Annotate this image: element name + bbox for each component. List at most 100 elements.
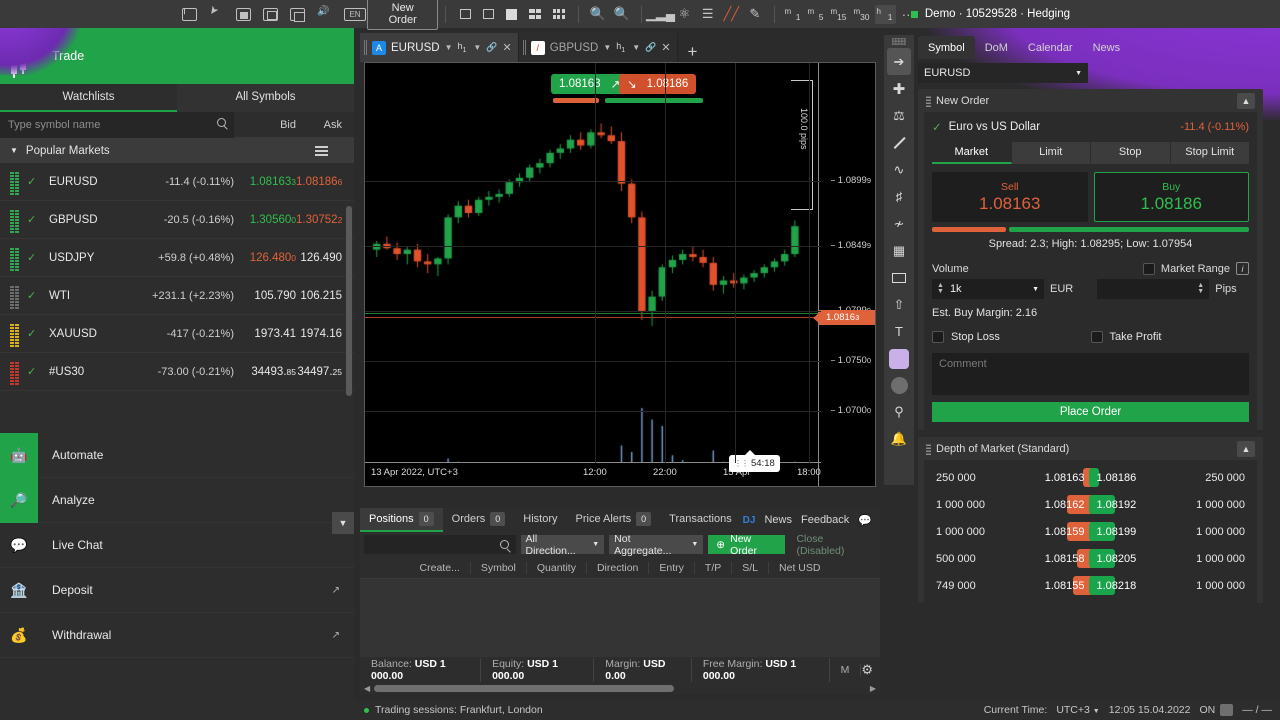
- bottom-tab-history[interactable]: History: [514, 508, 566, 532]
- arrow-up-icon[interactable]: ⇧: [887, 291, 911, 318]
- radio-icon[interactable]: [236, 7, 251, 21]
- symbol-row[interactable]: ✓ #US30 -73.00 (-0.21%) 34493.85 34497.25: [0, 353, 354, 391]
- parallel-channel-icon[interactable]: ≁: [887, 210, 911, 237]
- dom-row[interactable]: 1 000 000 1.08162 1.08192 1 000 000: [930, 491, 1251, 518]
- bid-quote-badge[interactable]: 1.08163 ↗: [551, 74, 629, 94]
- symbol-row[interactable]: ✓ USDJPY +59.8 (+0.48%) 126.4800 126.490: [0, 239, 354, 277]
- feedback-link[interactable]: Feedback: [801, 514, 849, 526]
- symbol-row[interactable]: ✓ XAUUSD -417 (-0.21%) 1973.41 1974.16: [0, 315, 354, 353]
- order-type-stop-limit[interactable]: Stop Limit: [1170, 142, 1249, 164]
- column-header[interactable]: T/P: [695, 561, 733, 574]
- column-header[interactable]: Net USD: [769, 562, 830, 574]
- binoculars-icon[interactable]: ⚲: [887, 398, 911, 425]
- symbol-select[interactable]: EURUSD ▼: [918, 63, 1088, 83]
- stop-loss-checkbox[interactable]: [932, 331, 944, 343]
- sidebar-item-analyze[interactable]: 🔎 Analyze ▼: [0, 477, 354, 534]
- dj-icon[interactable]: DJ: [743, 515, 756, 526]
- fullscreen-icon[interactable]: [263, 7, 278, 21]
- grip-icon[interactable]: [926, 94, 931, 107]
- grip-icon[interactable]: [522, 40, 526, 55]
- andrews-pitchfork-icon[interactable]: ♯: [887, 183, 911, 210]
- order-type-market[interactable]: Market: [932, 142, 1012, 164]
- dom-row[interactable]: 250 000 1.08163 1.08186 250 000: [930, 464, 1251, 491]
- chart-tab-timeframe[interactable]: h1: [457, 41, 468, 54]
- visibility-check-icon[interactable]: ✓: [27, 289, 43, 302]
- speaker-icon[interactable]: [317, 6, 332, 21]
- add-chart-tab-button[interactable]: +: [688, 42, 698, 62]
- pin-icon[interactable]: 🔗: [486, 42, 497, 53]
- grid-icon[interactable]: ▦: [887, 237, 911, 264]
- column-header[interactable]: S/L: [732, 561, 770, 574]
- timeframe-m1[interactable]: m1: [783, 5, 804, 24]
- dom-ask-cell[interactable]: 1.08186 250 000: [1088, 464, 1252, 491]
- market-group-header[interactable]: ▼ Popular Markets: [0, 138, 354, 163]
- chart-tab-gbpusd[interactable]: / GBPUSD ▼ h1 ▼ 🔗 ✕: [518, 33, 678, 62]
- chevron-down-icon[interactable]: ▼: [632, 43, 640, 52]
- scroll-left-icon[interactable]: ◀: [360, 684, 374, 693]
- symbol-row[interactable]: ✓ EURUSD -11.4 (-0.11%) 1.081633 1.081866: [0, 163, 354, 201]
- aggregate-filter-select[interactable]: Not Aggregate... ▼: [609, 533, 704, 557]
- bottom-new-order-button[interactable]: ⊕ New Order: [708, 533, 786, 557]
- timezone-select[interactable]: UTC+3 ▼: [1056, 704, 1099, 716]
- indicators-icon[interactable]: ▁▂▄: [646, 6, 675, 22]
- collapse-icon[interactable]: ▲: [1237, 92, 1255, 109]
- dom-ask-cell[interactable]: 1.08205 1 000 000: [1088, 545, 1252, 572]
- window-icon[interactable]: [290, 7, 305, 22]
- comment-input[interactable]: Comment: [932, 353, 1249, 395]
- connection-toggle[interactable]: ON: [1199, 704, 1234, 716]
- bottom-tab-positions[interactable]: Positions 0: [360, 508, 443, 532]
- dom-ask-cell[interactable]: 1.08199 1 000 000: [1088, 518, 1252, 545]
- info-icon[interactable]: i: [1236, 262, 1249, 275]
- sidebar-item-live-chat[interactable]: 💬 Live Chat: [0, 523, 354, 568]
- layout-split-icon[interactable]: [481, 6, 496, 22]
- feedback-icon[interactable]: 💬: [858, 514, 872, 527]
- dom-ask-cell[interactable]: 1.08192 1 000 000: [1088, 491, 1252, 518]
- watchlist-tab-all-symbols[interactable]: All Symbols: [177, 84, 354, 112]
- chevron-down-icon[interactable]: ▼: [603, 43, 611, 52]
- pin-icon[interactable]: 🔗: [645, 42, 656, 53]
- dom-bid-cell[interactable]: 1 000 000 1.08159: [930, 518, 1093, 545]
- market-range-input[interactable]: ▲ ▼: [1097, 279, 1210, 299]
- column-header[interactable]: Entry: [649, 561, 695, 574]
- order-type-limit[interactable]: Limit: [1011, 142, 1091, 164]
- visibility-check-icon[interactable]: ✓: [27, 213, 43, 226]
- bottom-tab-transactions[interactable]: Transactions: [660, 508, 741, 532]
- zoom-in-icon[interactable]: 🔍: [589, 6, 605, 22]
- chart-tab-timeframe[interactable]: h1: [616, 41, 627, 54]
- right-tab-calendar[interactable]: Calendar: [1018, 36, 1083, 59]
- color-swatch[interactable]: [889, 349, 909, 369]
- symbol-row[interactable]: ✓ GBPUSD -20.5 (-0.16%) 1.305600 1.307522: [0, 201, 354, 239]
- dom-row[interactable]: 749 000 1.08155 1.08218 1 000 000: [930, 572, 1251, 599]
- visibility-check-icon[interactable]: ✓: [27, 327, 43, 340]
- fibonacci-icon[interactable]: ∿: [887, 156, 911, 183]
- right-tab-symbol[interactable]: Symbol: [918, 36, 975, 59]
- layers-icon[interactable]: ☰: [700, 6, 715, 22]
- right-tab-news[interactable]: News: [1083, 36, 1131, 59]
- chart-tab-eurusd[interactable]: A EURUSD ▼ h1 ▼ 🔗 ✕: [360, 33, 519, 62]
- column-header[interactable]: Direction: [587, 561, 650, 574]
- toggle-switch[interactable]: [1220, 704, 1234, 716]
- positions-search-input[interactable]: [364, 535, 516, 554]
- direction-filter-select[interactable]: All Direction... ▼: [520, 533, 605, 557]
- sidebar-item-automate[interactable]: 🤖 Automate: [0, 432, 354, 478]
- sidebar-item-deposit[interactable]: 🏦 Deposit ↗: [0, 568, 354, 613]
- column-header[interactable]: Symbol: [471, 561, 527, 574]
- eraser-icon[interactable]: [890, 377, 908, 394]
- scroll-right-icon[interactable]: ▶: [866, 684, 880, 693]
- visibility-check-icon[interactable]: ✓: [27, 365, 43, 378]
- bottom-horizontal-scrollbar[interactable]: ◀ ▶: [360, 682, 880, 694]
- symbol-search-input[interactable]: Type symbol name: [0, 111, 234, 138]
- visibility-check-icon[interactable]: ✓: [27, 251, 43, 264]
- chevron-down-icon[interactable]: ▼: [473, 43, 481, 52]
- rail-grip[interactable]: [892, 38, 906, 45]
- detach-icon[interactable]: ╱╱: [723, 6, 739, 22]
- watchlist-tab-watchlists[interactable]: Watchlists: [0, 84, 177, 112]
- dom-bid-cell[interactable]: 500 000 1.08158: [930, 545, 1093, 572]
- cursor-icon[interactable]: [209, 8, 224, 21]
- collapse-icon[interactable]: ▲: [1237, 440, 1255, 457]
- bell-icon[interactable]: 🔔: [887, 425, 911, 452]
- trendline-icon[interactable]: [887, 129, 911, 156]
- mail-icon[interactable]: [182, 7, 197, 21]
- cursor-icon[interactable]: ➔: [887, 48, 911, 75]
- news-link[interactable]: News: [764, 514, 792, 526]
